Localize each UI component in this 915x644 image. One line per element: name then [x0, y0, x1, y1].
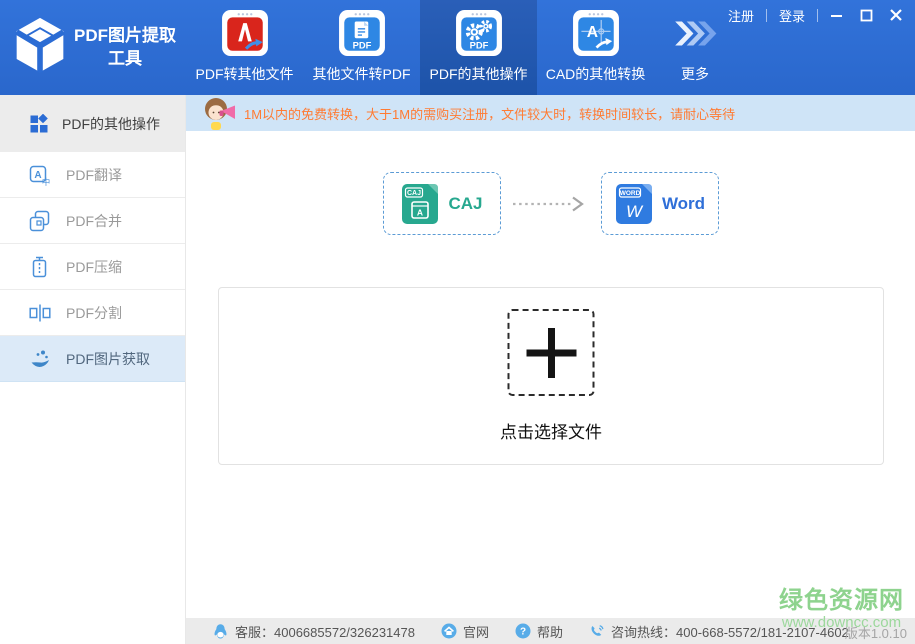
- sidebar-item-pdf-split[interactable]: PDF分割: [0, 290, 185, 336]
- titlebar: PDF图片提取 工具 PDF转其他文件: [0, 0, 915, 95]
- adobe-pdf-convert-icon: [221, 9, 269, 57]
- translate-icon: A 中: [29, 164, 51, 186]
- mascot-megaphone-icon: [202, 95, 238, 131]
- sidebar-item-label: PDF合并: [66, 211, 122, 231]
- maximize-icon: [860, 9, 873, 22]
- tab-label: 更多: [681, 64, 709, 84]
- pdf-badge-text: PDF: [352, 40, 371, 51]
- tab-other-to-pdf[interactable]: PDF 其他文件转PDF: [303, 0, 420, 95]
- dotted-arrow-right-icon: [511, 195, 591, 213]
- version-text: 版本1.0.10: [845, 623, 907, 642]
- merge-icon: [29, 210, 51, 232]
- qq-icon: [212, 623, 229, 640]
- tab-pdf-to-other[interactable]: PDF转其他文件: [186, 0, 303, 95]
- caj-file-icon: CAJ A: [400, 182, 440, 226]
- sidebar-header: PDF的其他操作: [0, 95, 185, 152]
- cad-convert-icon: A: [572, 9, 620, 57]
- close-button[interactable]: [881, 5, 911, 25]
- question-icon: ?: [515, 623, 531, 639]
- sidebar-item-label: PDF压缩: [66, 257, 122, 277]
- home-icon: [441, 623, 457, 639]
- main-tabs: PDF转其他文件 PDF: [186, 0, 736, 95]
- app-logo-icon: [12, 15, 68, 75]
- app-title-line2: 工具: [66, 47, 184, 70]
- official-website-text: 官网: [463, 622, 489, 641]
- word-badge-text: WORD: [620, 190, 641, 197]
- target-format-label: Word: [662, 194, 705, 214]
- official-website-link[interactable]: 官网: [441, 622, 489, 641]
- minimize-button[interactable]: [821, 5, 851, 25]
- app-title: PDF图片提取 工具: [66, 24, 184, 70]
- tab-label: PDF的其他操作: [430, 64, 528, 84]
- maximize-button[interactable]: [851, 5, 881, 25]
- pdf-badge-text: PDF: [469, 40, 488, 51]
- sidebar-item-label: PDF翻译: [66, 165, 122, 185]
- cad-letter-text: A: [586, 24, 597, 41]
- help-link[interactable]: ? 帮助: [515, 622, 563, 641]
- phone-icon: [589, 623, 605, 639]
- grid-blocks-icon: [29, 114, 49, 134]
- sidebar-item-pdf-image-extract[interactable]: PDF图片获取: [0, 336, 185, 382]
- minimize-icon: [830, 9, 843, 22]
- sidebar: PDF的其他操作 A 中 PDF翻译 PDF合并: [0, 95, 186, 644]
- account-links: 注册 登录: [716, 7, 818, 23]
- plus-icon: [523, 325, 579, 381]
- conversion-row: CAJ A CAJ WORD W: [186, 172, 915, 235]
- word-file-icon: WORD W: [614, 182, 654, 226]
- compress-icon: [29, 256, 51, 278]
- close-icon: [889, 8, 903, 22]
- customer-service[interactable]: 客服：4006685572/326231478: [212, 622, 415, 641]
- sidebar-item-label: PDF图片获取: [66, 349, 150, 369]
- sidebar-item-label: PDF分割: [66, 303, 122, 323]
- statusbar: 客服：4006685572/326231478 官网 ? 帮助 咨询热线: [186, 618, 915, 644]
- tab-label: PDF转其他文件: [196, 64, 294, 84]
- tab-label: 其他文件转PDF: [313, 64, 411, 84]
- sidebar-item-pdf-translate[interactable]: A 中 PDF翻译: [0, 152, 185, 198]
- image-extract-icon: [29, 348, 51, 370]
- source-format-label: CAJ: [448, 194, 482, 214]
- sidebar-item-pdf-merge[interactable]: PDF合并: [0, 198, 185, 244]
- tab-label: CAD的其他转换: [546, 64, 646, 84]
- main-content: CAJ A CAJ WORD W: [186, 131, 915, 618]
- question-glyph: ?: [520, 627, 526, 638]
- caj-badge-text: CAJ: [407, 190, 421, 197]
- dropzone-hint: 点击选择文件: [219, 418, 883, 443]
- notice-bar: 1M以内的免费转换，大于1M的需购买注册，文件较大时，转换时间较长，请耐心等待: [186, 95, 915, 131]
- notice-text: 1M以内的免费转换，大于1M的需购买注册，文件较大时，转换时间较长，请耐心等待: [244, 104, 735, 123]
- window-controls: [821, 5, 911, 25]
- translate-icon-letter: A: [34, 170, 41, 181]
- register-link[interactable]: 注册: [716, 6, 766, 25]
- caj-letter-text: A: [417, 207, 423, 217]
- sidebar-header-label: PDF的其他操作: [62, 114, 160, 134]
- login-link[interactable]: 登录: [767, 6, 817, 25]
- pdf-gears-icon: PDF: [455, 9, 503, 57]
- select-file-button[interactable]: [508, 309, 595, 396]
- file-dropzone[interactable]: 点击选择文件: [218, 287, 884, 465]
- conversion-arrow: [511, 195, 591, 213]
- app-title-line1: PDF图片提取: [66, 24, 184, 47]
- file-to-pdf-icon: PDF: [338, 9, 386, 57]
- help-text: 帮助: [537, 622, 563, 641]
- customer-service-text: 客服：4006685572/326231478: [235, 622, 415, 641]
- sidebar-item-pdf-compress[interactable]: PDF压缩: [0, 244, 185, 290]
- split-icon: [29, 302, 51, 324]
- target-format-box[interactable]: WORD W Word: [601, 172, 719, 235]
- word-letter-text: W: [626, 202, 644, 221]
- app-window: PDF图片提取 工具 PDF转其他文件: [0, 0, 915, 644]
- more-arrows-icon: [671, 9, 719, 57]
- hotline-info: 咨询热线：400-668-5572/181-2107-4602: [589, 622, 849, 641]
- translate-icon-zh: 中: [42, 177, 51, 186]
- tab-pdf-other-operations[interactable]: PDF PDF的其他操作: [420, 0, 537, 95]
- source-format-box[interactable]: CAJ A CAJ: [383, 172, 501, 235]
- tab-cad-conversions[interactable]: A CAD的其他转换: [537, 0, 654, 95]
- hotline-text: 咨询热线：400-668-5572/181-2107-4602: [611, 622, 849, 641]
- divider: [817, 9, 818, 22]
